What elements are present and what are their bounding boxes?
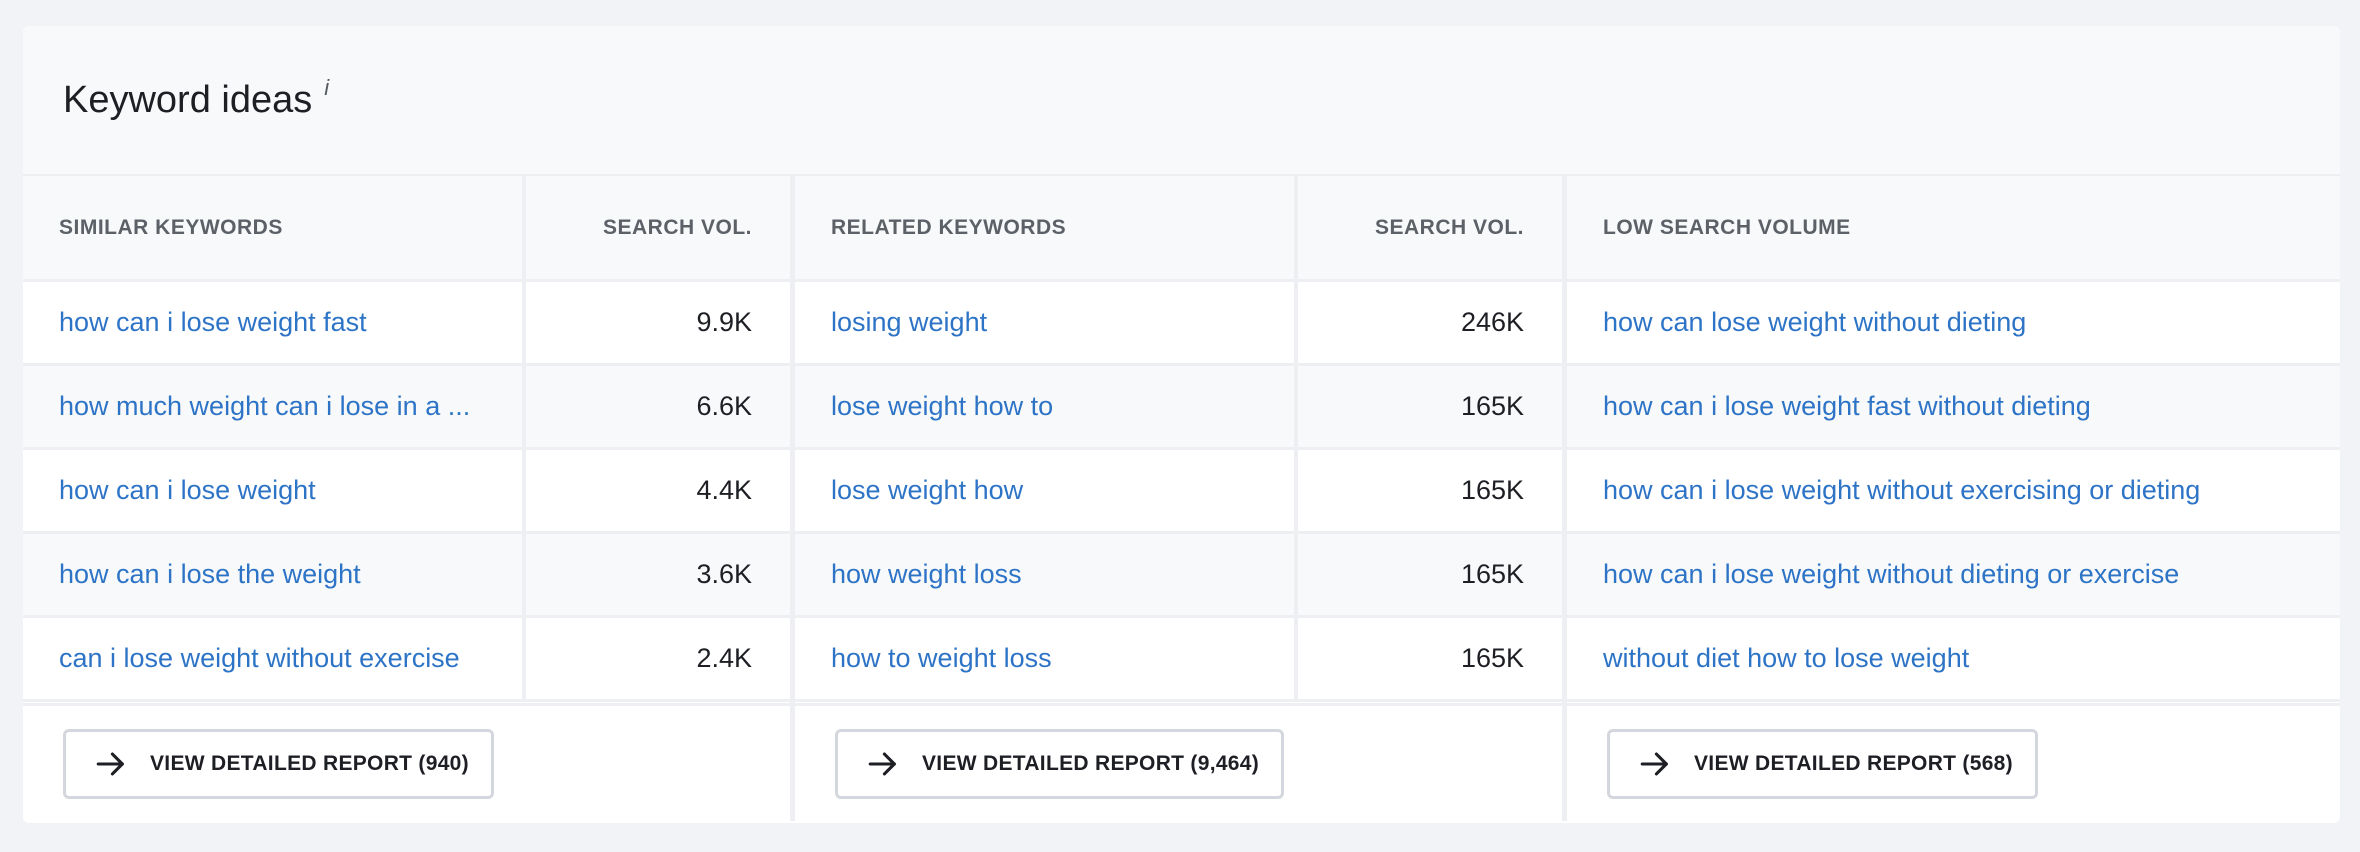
button-label: VIEW DETAILED REPORT (568) xyxy=(1694,751,2013,775)
info-icon[interactable]: i xyxy=(324,75,329,101)
keyword-columns: SIMILAR KEYWORDS SEARCH VOL. how can i l… xyxy=(23,176,2340,821)
table-row: how can i lose weight fast 9.9K xyxy=(23,282,790,366)
search-volume: 2.4K xyxy=(696,643,752,673)
column-footer: VIEW DETAILED REPORT (9,464) xyxy=(795,703,1562,821)
table-row: lose weight how to 165K xyxy=(795,366,1562,450)
button-label: VIEW DETAILED REPORT (940) xyxy=(150,751,469,775)
table-row: how can i lose weight 4.4K xyxy=(23,450,790,534)
search-volume: 9.9K xyxy=(696,307,752,337)
search-volume: 165K xyxy=(1460,559,1524,589)
search-volume: 4.4K xyxy=(696,475,752,505)
arrow-right-icon xyxy=(1640,752,1668,775)
arrow-right-icon xyxy=(868,752,896,775)
keyword-link[interactable]: how weight loss xyxy=(831,559,1022,590)
table-row: without diet how to lose weight xyxy=(1567,618,2340,702)
column-header-row: RELATED KEYWORDS SEARCH VOL. xyxy=(795,176,1562,282)
keyword-link[interactable]: lose weight how xyxy=(831,475,1023,506)
header-keyword: LOW SEARCH VOLUME xyxy=(1603,215,1851,239)
table-row: how much weight can i lose in a ... 6.6K xyxy=(23,366,790,450)
card-title: Keyword ideas xyxy=(63,78,313,121)
keyword-link[interactable]: how to weight loss xyxy=(831,643,1052,674)
search-volume: 165K xyxy=(1460,643,1524,673)
search-volume: 165K xyxy=(1460,391,1524,421)
table-row: how can i lose weight fast without dieti… xyxy=(1567,366,2340,450)
keyword-link[interactable]: how can i lose weight fast xyxy=(59,307,367,338)
header-volume: SEARCH VOL. xyxy=(1374,215,1524,239)
table-row: how can lose weight without dieting xyxy=(1567,282,2340,366)
table-row: lose weight how 165K xyxy=(795,450,1562,534)
table-row: how can i lose weight without exercising… xyxy=(1567,450,2340,534)
keyword-link[interactable]: how can i lose the weight xyxy=(59,559,361,590)
view-detailed-report-button[interactable]: VIEW DETAILED REPORT (940) xyxy=(63,728,494,799)
table-row: how to weight loss 165K xyxy=(795,618,1562,702)
table-row: can i lose weight without exercise 2.4K xyxy=(23,618,790,702)
keyword-link[interactable]: how can i lose weight without dieting or… xyxy=(1603,559,2179,590)
column-footer: VIEW DETAILED REPORT (568) xyxy=(1567,703,2340,821)
low-search-volume-column: LOW SEARCH VOLUME how can lose weight wi… xyxy=(1567,176,2340,821)
keyword-link[interactable]: how much weight can i lose in a ... xyxy=(59,391,470,422)
keyword-ideas-card: Keyword ideas i SIMILAR KEYWORDS SEARCH … xyxy=(23,26,2340,823)
view-detailed-report-button[interactable]: VIEW DETAILED REPORT (9,464) xyxy=(835,728,1285,799)
search-volume: 246K xyxy=(1460,307,1524,337)
header-volume: SEARCH VOL. xyxy=(602,215,752,239)
keyword-link[interactable]: losing weight xyxy=(831,307,987,338)
column-header-row: SIMILAR KEYWORDS SEARCH VOL. xyxy=(23,176,790,282)
table-row: how weight loss 165K xyxy=(795,534,1562,618)
keyword-link[interactable]: how can i lose weight xyxy=(59,475,316,506)
search-volume: 3.6K xyxy=(696,559,752,589)
table-row: losing weight 246K xyxy=(795,282,1562,366)
header-keyword: SIMILAR KEYWORDS xyxy=(59,215,283,239)
view-detailed-report-button[interactable]: VIEW DETAILED REPORT (568) xyxy=(1607,728,2038,799)
header-keyword: RELATED KEYWORDS xyxy=(831,215,1067,239)
keyword-link[interactable]: how can i lose weight fast without dieti… xyxy=(1603,391,2091,422)
related-keywords-column: RELATED KEYWORDS SEARCH VOL. losing weig… xyxy=(795,176,1562,821)
table-row: how can i lose weight without dieting or… xyxy=(1567,534,2340,618)
search-volume: 165K xyxy=(1460,475,1524,505)
table-row: how can i lose the weight 3.6K xyxy=(23,534,790,618)
keyword-link[interactable]: can i lose weight without exercise xyxy=(59,643,460,674)
card-header: Keyword ideas i xyxy=(23,26,2340,176)
button-label: VIEW DETAILED REPORT (9,464) xyxy=(922,751,1260,775)
arrow-right-icon xyxy=(96,752,124,775)
similar-keywords-column: SIMILAR KEYWORDS SEARCH VOL. how can i l… xyxy=(23,176,790,821)
search-volume: 6.6K xyxy=(696,391,752,421)
keyword-link[interactable]: how can i lose weight without exercising… xyxy=(1603,475,2200,506)
keyword-link[interactable]: how can lose weight without dieting xyxy=(1603,307,2026,338)
keyword-link[interactable]: lose weight how to xyxy=(831,391,1053,422)
keyword-link[interactable]: without diet how to lose weight xyxy=(1603,643,1969,674)
column-footer: VIEW DETAILED REPORT (940) xyxy=(23,703,790,821)
column-header-row: LOW SEARCH VOLUME xyxy=(1567,176,2340,282)
